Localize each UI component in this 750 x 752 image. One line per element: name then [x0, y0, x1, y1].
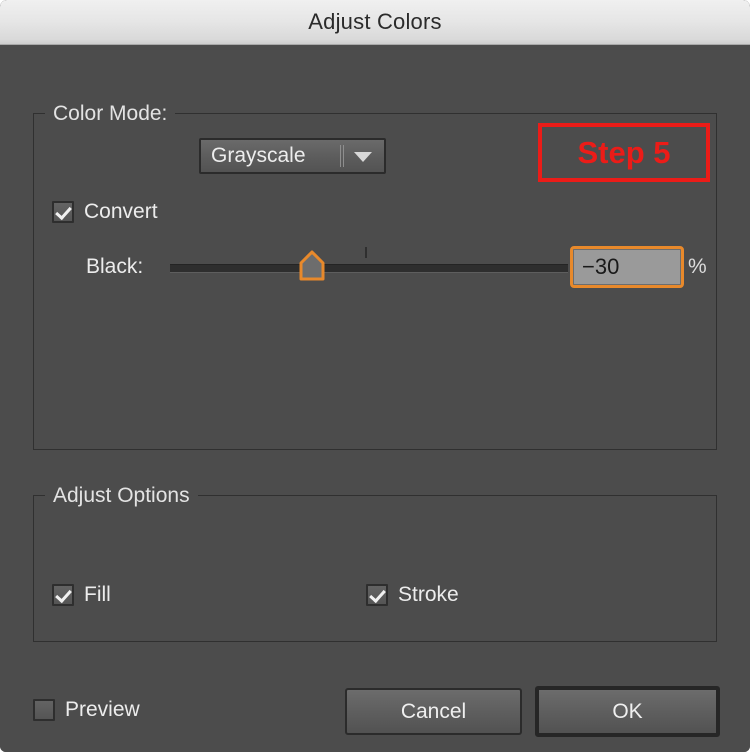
preview-checkbox-row[interactable]: Preview	[33, 698, 140, 722]
black-slider-track[interactable]	[170, 264, 568, 273]
stroke-checkbox-row[interactable]: Stroke	[366, 583, 459, 607]
convert-checkbox-label: Convert	[84, 200, 158, 224]
fill-checkbox-label: Fill	[84, 583, 111, 607]
dialog-titlebar: Adjust Colors	[0, 0, 750, 45]
dropdown-separator-left	[340, 145, 341, 167]
adjust-options-group-label: Adjust Options	[45, 482, 198, 510]
preview-checkbox[interactable]	[33, 699, 55, 721]
dialog-title: Adjust Colors	[0, 0, 750, 44]
cancel-button[interactable]: Cancel	[345, 688, 522, 735]
step-annotation-box: Step 5	[538, 123, 710, 182]
fill-checkbox-row[interactable]: Fill	[52, 583, 111, 607]
black-slider-label: Black:	[86, 255, 143, 279]
step-annotation-label: Step 5	[542, 127, 706, 178]
chevron-down-icon	[354, 152, 372, 162]
black-value-text: −30	[582, 250, 619, 284]
black-slider-tick-mark	[365, 247, 367, 258]
stroke-checkbox-label: Stroke	[398, 583, 459, 607]
convert-checkbox-row[interactable]: Convert	[52, 200, 158, 224]
adjust-options-group	[33, 495, 717, 642]
ok-button[interactable]: OK	[535, 686, 720, 737]
black-value-input[interactable]: −30	[573, 249, 681, 285]
color-mode-dropdown[interactable]: Grayscale	[199, 138, 386, 174]
stroke-checkbox[interactable]	[366, 584, 388, 606]
color-mode-group-label: Color Mode:	[45, 100, 175, 128]
black-percent-unit: %	[688, 255, 707, 279]
fill-checkbox[interactable]	[52, 584, 74, 606]
color-mode-selected-value: Grayscale	[211, 140, 306, 172]
adjust-colors-dialog: Adjust Colors Color Mode: Grayscale Step…	[0, 0, 750, 752]
convert-checkbox[interactable]	[52, 201, 74, 223]
black-slider-thumb[interactable]	[298, 250, 326, 282]
preview-checkbox-label: Preview	[65, 698, 140, 722]
dialog-body: Color Mode: Grayscale Step 5 Convert Bla…	[0, 45, 750, 752]
black-slider[interactable]	[170, 245, 568, 289]
dropdown-separator-right	[343, 145, 344, 167]
